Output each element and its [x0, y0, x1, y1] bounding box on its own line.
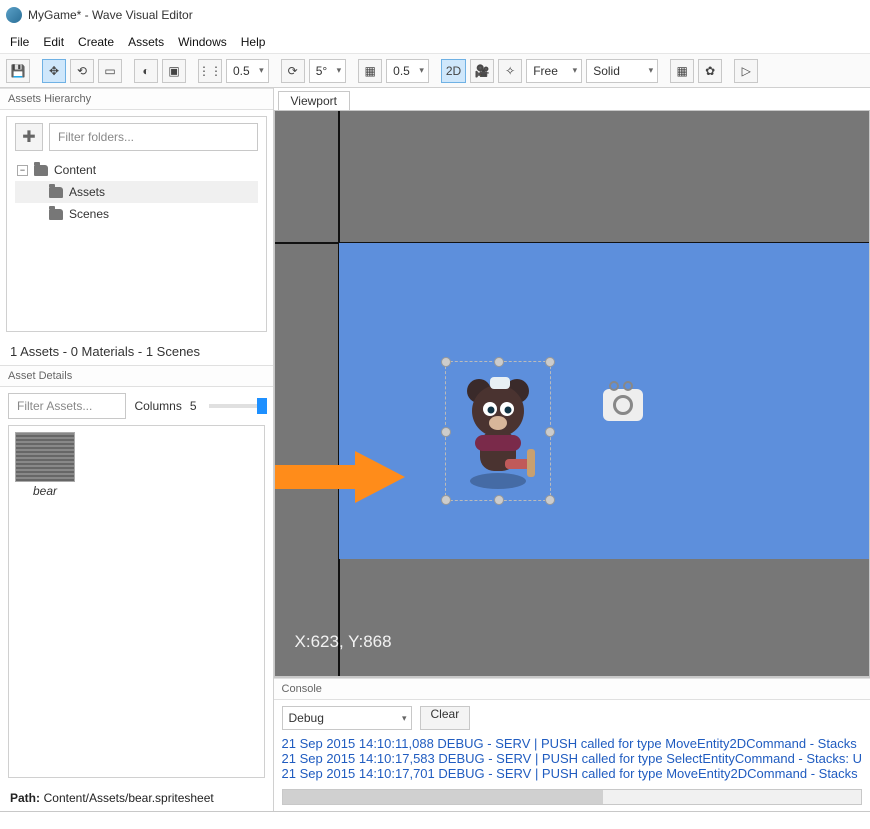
resize-handle[interactable] [441, 357, 451, 367]
scale-tool-button[interactable]: ▭ [98, 59, 122, 83]
resize-handle[interactable] [494, 495, 504, 505]
menu-help[interactable]: Help [241, 35, 266, 49]
assets-hierarchy-header: Assets Hierarchy [0, 88, 273, 110]
path-value: Content/Assets/bear.spritesheet [44, 791, 214, 805]
view-2d-button[interactable]: 2D [441, 59, 466, 83]
snap-move-value[interactable]: 0.5 [226, 59, 269, 83]
columns-slider[interactable] [209, 404, 265, 408]
resize-handle[interactable] [494, 357, 504, 367]
app-logo-icon [6, 7, 22, 23]
camera-mode-dropdown[interactable]: Free [526, 59, 582, 83]
hierarchy-status: 1 Assets - 0 Materials - 1 Scenes [0, 338, 273, 365]
snap-scale-button[interactable]: ▦ [358, 59, 382, 83]
menu-file[interactable]: File [10, 35, 29, 49]
pivot-button[interactable]: ▣ [162, 59, 186, 83]
menu-windows[interactable]: Windows [178, 35, 227, 49]
folder-tree: − Content Assets Scenes [15, 159, 258, 225]
selection-box[interactable] [445, 361, 551, 501]
rotate-tool-button[interactable]: ⟲ [70, 59, 94, 83]
tree-root-label: Content [54, 163, 96, 177]
folder-icon [49, 209, 63, 220]
asset-details-panel: Filter Assets... Columns 5 bear Path: Co… [0, 387, 273, 811]
columns-label: Columns [134, 399, 181, 413]
clear-button[interactable]: Clear [420, 706, 471, 730]
resize-handle[interactable] [545, 495, 555, 505]
save-button[interactable]: 💾 [6, 59, 30, 83]
tree-child-assets[interactable]: Assets [15, 181, 258, 203]
snap-rotate-button[interactable]: ⟳ [281, 59, 305, 83]
path-label: Path: [10, 791, 40, 805]
tree-child-label: Scenes [69, 207, 109, 221]
tree-root[interactable]: − Content [15, 159, 258, 181]
move-tool-button[interactable]: ✥ [42, 59, 66, 83]
globe-button[interactable]: ◐ [134, 59, 158, 83]
console-output: 21 Sep 2015 14:10:11,088 DEBUG - SERV | … [274, 736, 870, 785]
asset-thumbnail [15, 432, 75, 482]
menu-bar: File Edit Create Assets Windows Help [0, 30, 870, 54]
gizmo-button[interactable]: ✧ [498, 59, 522, 83]
asset-item[interactable]: bear [15, 432, 75, 498]
console-level-dropdown[interactable]: Debug [282, 706, 412, 730]
viewport[interactable]: X:623, Y:868 [274, 110, 870, 677]
folder-icon [34, 165, 48, 176]
add-folder-button[interactable]: ✚ [15, 123, 43, 151]
folder-icon [49, 187, 63, 198]
console-panel: Console Debug Clear 21 Sep 2015 14:10:11… [274, 677, 870, 811]
filter-assets-input[interactable]: Filter Assets... [8, 393, 126, 419]
tree-child-scenes[interactable]: Scenes [15, 203, 258, 225]
console-line: 21 Sep 2015 14:10:17,701 DEBUG - SERV | … [282, 766, 862, 781]
menu-create[interactable]: Create [78, 35, 114, 49]
columns-value: 5 [190, 399, 197, 413]
assets-hierarchy-panel: ✚ Filter folders... − Content Assets Sce… [6, 116, 267, 332]
assets-grid: bear [8, 425, 265, 778]
resize-handle[interactable] [441, 495, 451, 505]
tree-child-label: Assets [69, 185, 105, 199]
right-panel: Viewport [274, 88, 870, 811]
left-panel: Assets Hierarchy ✚ Filter folders... − C… [0, 88, 274, 811]
camera-icon-button[interactable]: 🎥 [470, 59, 494, 83]
viewport-tab[interactable]: Viewport [278, 91, 350, 110]
menu-edit[interactable]: Edit [43, 35, 64, 49]
menu-assets[interactable]: Assets [128, 35, 164, 49]
scrollbar-thumb[interactable] [283, 790, 603, 804]
slider-thumb[interactable] [257, 398, 267, 414]
collapse-icon[interactable]: − [17, 165, 28, 176]
snap-rotate-value[interactable]: 5° [309, 59, 346, 83]
camera-gizmo-icon[interactable] [603, 389, 643, 421]
console-line: 21 Sep 2015 14:10:17,583 DEBUG - SERV | … [282, 751, 862, 766]
asset-path: Path: Content/Assets/bear.spritesheet [0, 784, 273, 811]
coord-readout: X:623, Y:868 [295, 632, 392, 652]
settings-button[interactable]: ✿ [698, 59, 722, 83]
window-title: MyGame* - Wave Visual Editor [28, 8, 193, 22]
resize-handle[interactable] [545, 357, 555, 367]
toolbar: 💾 ✥ ⟲ ▭ ◐ ▣ ⋮⋮ 0.5 ⟳ 5° ▦ 0.5 2D 🎥 ✧ Fre… [0, 54, 870, 88]
snap-move-button[interactable]: ⋮⋮ [198, 59, 222, 83]
play-button[interactable]: ▷ [734, 59, 758, 83]
resize-handle[interactable] [545, 427, 555, 437]
console-header: Console [274, 678, 870, 700]
filter-folders-input[interactable]: Filter folders... [49, 123, 258, 151]
asset-name: bear [15, 484, 75, 498]
console-line: 21 Sep 2015 14:10:11,088 DEBUG - SERV | … [282, 736, 862, 751]
console-scrollbar[interactable] [282, 789, 862, 805]
snap-scale-value[interactable]: 0.5 [386, 59, 429, 83]
status-bar [0, 811, 870, 829]
title-bar: MyGame* - Wave Visual Editor [0, 0, 870, 30]
resize-handle[interactable] [441, 427, 451, 437]
render-mode-dropdown[interactable]: Solid [586, 59, 658, 83]
grid-button[interactable]: ▦ [670, 59, 694, 83]
asset-details-header: Asset Details [0, 365, 273, 387]
